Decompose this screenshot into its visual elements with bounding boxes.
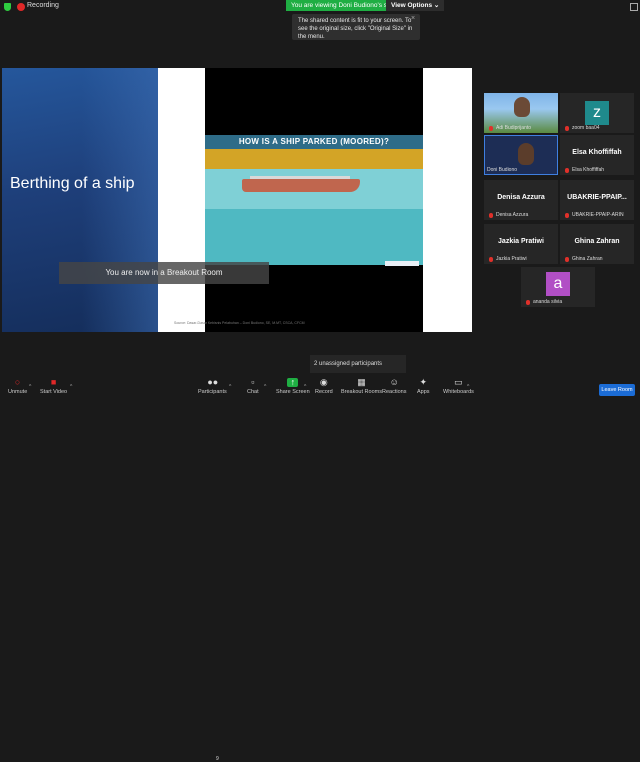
mic-muted-icon: ○ xyxy=(14,377,21,387)
breakout-rooms-button[interactable]: ▦ Breakout Rooms xyxy=(341,377,382,396)
participant-tile-jazkia[interactable]: Jazkia Pratiwi Jazkia Pratiwi xyxy=(484,224,558,264)
share-screen-icon: ↑ xyxy=(287,378,299,387)
meeting-toolbar: ○ Unmute ^ ■ Start Video ^ ●● Participants … xyxy=(0,376,640,762)
unassigned-participants-banner[interactable]: 2 unassigned participants xyxy=(310,355,406,373)
participants-label: Participants xyxy=(198,389,227,395)
reactions-label: Reactions xyxy=(382,389,407,395)
sea-lower-graphic xyxy=(205,209,423,265)
video-title-bar: HOW IS A SHIP PARKED (MOORED)? xyxy=(205,135,423,149)
participant-tile-zoom[interactable]: z zoom baa04 xyxy=(560,93,634,133)
participant-name: Doni Budiono xyxy=(487,167,518,173)
mic-muted-icon xyxy=(565,213,569,218)
participants-button[interactable]: ●● Participants xyxy=(198,377,227,396)
participant-tile-ghina[interactable]: Ghina Zahran Ghina Zahran xyxy=(560,224,634,264)
unmute-label: Unmute xyxy=(8,389,28,395)
participant-tile-ananda[interactable]: a ananda silvia xyxy=(521,267,595,307)
breakout-rooms-label: Breakout Rooms xyxy=(341,389,382,395)
apps-icon: ✦ xyxy=(419,377,428,387)
chevron-up-icon[interactable]: ^ xyxy=(229,384,231,390)
mic-muted-icon xyxy=(489,213,493,218)
participant-tile-elsa[interactable]: Elsa Khoffiffah Elsa Khoffiffah xyxy=(560,135,634,175)
participant-display-name: Denisa Azzura xyxy=(497,194,545,201)
pier-graphic xyxy=(205,149,423,169)
participant-face xyxy=(514,97,530,117)
fullscreen-icon[interactable] xyxy=(630,3,638,11)
apps-label: Apps xyxy=(417,389,430,395)
participant-name: UBAKRIE-PPAIP-ARIN xyxy=(572,212,624,218)
participant-display-name: Elsa Khoffiffah xyxy=(572,149,622,156)
video-logo xyxy=(385,261,419,266)
video-off-icon: ■ xyxy=(50,377,57,387)
participant-name: Jazkia Pratiwi xyxy=(496,256,527,262)
participant-display-name: UBAKRIE-PPAIP... xyxy=(567,194,627,201)
start-video-label: Start Video xyxy=(40,389,68,395)
participant-tile-ubakrie[interactable]: UBAKRIE-PPAIP... UBAKRIE-PPAIP-ARIN xyxy=(560,180,634,220)
mic-muted-icon xyxy=(526,300,530,305)
smiley-icon: ☺ xyxy=(389,377,399,387)
ship-deck xyxy=(250,176,350,179)
fit-screen-tooltip: The shared content is fit to your screen… xyxy=(292,14,420,40)
recording-icon xyxy=(17,3,25,11)
participant-display-name: Jazkia Pratiwi xyxy=(498,238,544,245)
breakout-rooms-icon: ▦ xyxy=(357,377,366,387)
chevron-up-icon[interactable]: ^ xyxy=(70,384,72,390)
mic-muted-icon xyxy=(565,168,569,173)
participant-name: Ghina Zahran xyxy=(572,256,603,262)
reactions-button[interactable]: ☺ Reactions xyxy=(382,377,407,396)
recording-label: Recording xyxy=(27,2,59,9)
avatar: a xyxy=(546,272,570,296)
record-icon: ◉ xyxy=(319,377,328,387)
video-title: HOW IS A SHIP PARKED (MOORED)? xyxy=(238,137,390,146)
shield-icon xyxy=(4,3,11,11)
chevron-up-icon[interactable]: ^ xyxy=(29,384,31,390)
participant-name: Adi Budiprijanto xyxy=(496,125,532,131)
start-video-button[interactable]: ■ Start Video xyxy=(40,377,68,396)
ship-graphic xyxy=(242,176,360,192)
breakout-room-notice: You are now in a Breakout Room xyxy=(59,262,269,284)
participant-name: ananda silvia xyxy=(533,299,563,305)
record-button[interactable]: ◉ Record xyxy=(315,377,333,396)
participant-tile-denisa[interactable]: Denisa Azzura Denisa Azzura xyxy=(484,180,558,220)
whiteboard-icon: ▭ xyxy=(454,377,463,387)
chevron-up-icon[interactable]: ^ xyxy=(467,384,469,390)
participant-name: Elsa Khoffiffah xyxy=(572,167,605,173)
participant-tile-doni[interactable]: Doni Budiono xyxy=(484,135,558,175)
record-label: Record xyxy=(315,389,333,395)
close-icon[interactable]: × xyxy=(411,15,415,22)
chat-label: Chat xyxy=(247,389,259,395)
people-icon: ●● xyxy=(207,377,219,387)
participant-name: zoom baa04 xyxy=(572,125,600,131)
apps-button[interactable]: ✦ Apps xyxy=(417,377,430,396)
mic-muted-icon xyxy=(489,257,493,262)
view-options-button[interactable]: View Options ⌄ xyxy=(386,0,445,11)
unmute-button[interactable]: ○ Unmute xyxy=(8,377,28,396)
chevron-down-icon: ⌄ xyxy=(433,2,440,9)
slide-gradient xyxy=(82,68,158,332)
leave-room-button[interactable]: Leave Room xyxy=(599,384,635,396)
avatar: z xyxy=(585,101,609,125)
slide-title: Berthing of a ship xyxy=(10,175,135,192)
mic-muted-icon xyxy=(565,257,569,262)
sea-graphic xyxy=(205,169,423,209)
mic-muted-icon xyxy=(489,126,493,131)
chat-icon: ▫ xyxy=(251,377,255,387)
view-options-label: View Options xyxy=(391,2,433,9)
participant-name: Denisa Azzura xyxy=(496,212,529,218)
chevron-up-icon[interactable]: ^ xyxy=(264,384,266,390)
chat-button[interactable]: ▫ Chat xyxy=(247,377,259,396)
participant-display-name: Ghina Zahran xyxy=(574,238,620,245)
chevron-up-icon[interactable]: ^ xyxy=(304,384,306,390)
mic-muted-icon xyxy=(565,126,569,131)
participants-count: 9 xyxy=(216,756,219,762)
shared-screen: Berthing of a ship HOW IS A SHIP PARKED … xyxy=(2,68,472,332)
participant-tile-adi[interactable]: Adi Budiprijanto xyxy=(484,93,558,133)
slide-source-caption: Source: Dasar-Dasar Kebisnis Pelabuhan –… xyxy=(174,321,305,325)
